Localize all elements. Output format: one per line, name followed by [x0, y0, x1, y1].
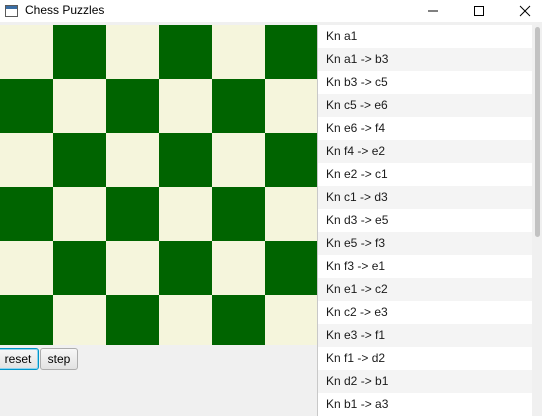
move-list-scrollbar[interactable]: [532, 25, 542, 416]
board-square[interactable]: [212, 187, 265, 241]
board-square[interactable]: [265, 187, 317, 241]
board-square[interactable]: [159, 133, 212, 187]
move-list-item[interactable]: Kn a1: [318, 25, 533, 48]
close-icon: [519, 5, 531, 17]
board-square[interactable]: [159, 241, 212, 295]
window-app-icon: [5, 4, 18, 17]
board-square[interactable]: [159, 79, 212, 133]
move-list-item[interactable]: Kn e1 -> c2: [318, 278, 533, 301]
move-list-item[interactable]: Kn f3 -> e1: [318, 255, 533, 278]
board-square[interactable]: [265, 25, 317, 79]
reset-button[interactable]: reset: [0, 348, 39, 370]
move-list-item[interactable]: Kn e3 -> f1: [318, 324, 533, 347]
board-square[interactable]: [106, 295, 159, 345]
move-list-item[interactable]: Kn e6 -> f4: [318, 117, 533, 140]
board-square[interactable]: [53, 25, 106, 79]
board-square[interactable]: [0, 241, 53, 295]
step-button[interactable]: step: [40, 348, 78, 370]
board-square[interactable]: [159, 295, 212, 345]
move-list-item[interactable]: Kn f1 -> d2: [318, 347, 533, 370]
title-bar[interactable]: Chess Puzzles: [0, 0, 542, 22]
board-square[interactable]: [265, 295, 317, 345]
move-list-item[interactable]: Kn b1 -> a3: [318, 393, 533, 416]
move-list-item[interactable]: Kn c5 -> e6: [318, 94, 533, 117]
move-list-item[interactable]: Kn e5 -> f3: [318, 232, 533, 255]
board-square[interactable]: [106, 187, 159, 241]
move-list-item[interactable]: Kn d2 -> b1: [318, 370, 533, 393]
board-square[interactable]: [265, 79, 317, 133]
board-square[interactable]: [0, 79, 53, 133]
app-window: Chess Puzzles reset step Kn a1 Kn a1 -> b…: [0, 0, 542, 416]
maximize-button[interactable]: [456, 0, 502, 22]
board-square[interactable]: [106, 133, 159, 187]
scrollbar-thumb[interactable]: [535, 27, 540, 237]
move-list[interactable]: Kn a1 Kn a1 -> b3 Kn b3 -> c5 Kn c5 -> e6 Kn…: [317, 25, 533, 416]
move-list-item[interactable]: Kn e2 -> c1: [318, 163, 533, 186]
board-square[interactable]: [265, 133, 317, 187]
board-square[interactable]: [53, 241, 106, 295]
board-square[interactable]: [106, 25, 159, 79]
close-button[interactable]: [502, 0, 542, 22]
board-square[interactable]: [53, 79, 106, 133]
board-square[interactable]: [265, 241, 317, 295]
board-square[interactable]: [159, 25, 212, 79]
minimize-icon: [428, 10, 438, 12]
chess-board[interactable]: [0, 25, 317, 345]
maximize-icon: [474, 6, 484, 16]
board-square[interactable]: [0, 295, 53, 345]
move-list-item[interactable]: Kn f4 -> e2: [318, 140, 533, 163]
board-square[interactable]: [159, 187, 212, 241]
board-square[interactable]: [212, 241, 265, 295]
move-list-item[interactable]: Kn c1 -> d3: [318, 186, 533, 209]
board-square[interactable]: [212, 133, 265, 187]
board-square[interactable]: [106, 241, 159, 295]
board-square[interactable]: [212, 295, 265, 345]
move-list-item[interactable]: Kn a1 -> b3: [318, 48, 533, 71]
board-square[interactable]: [53, 187, 106, 241]
board-square[interactable]: [0, 187, 53, 241]
board-square[interactable]: [0, 25, 53, 79]
board-square[interactable]: [0, 133, 53, 187]
board-square[interactable]: [53, 133, 106, 187]
move-list-item[interactable]: Kn c2 -> e3: [318, 301, 533, 324]
move-list-item[interactable]: Kn b3 -> c5: [318, 71, 533, 94]
board-square[interactable]: [212, 25, 265, 79]
board-square[interactable]: [53, 295, 106, 345]
minimize-button[interactable]: [410, 0, 456, 22]
board-square[interactable]: [106, 79, 159, 133]
move-list-item[interactable]: Kn d3 -> e5: [318, 209, 533, 232]
board-square[interactable]: [212, 79, 265, 133]
window-title: Chess Puzzles: [25, 3, 105, 17]
